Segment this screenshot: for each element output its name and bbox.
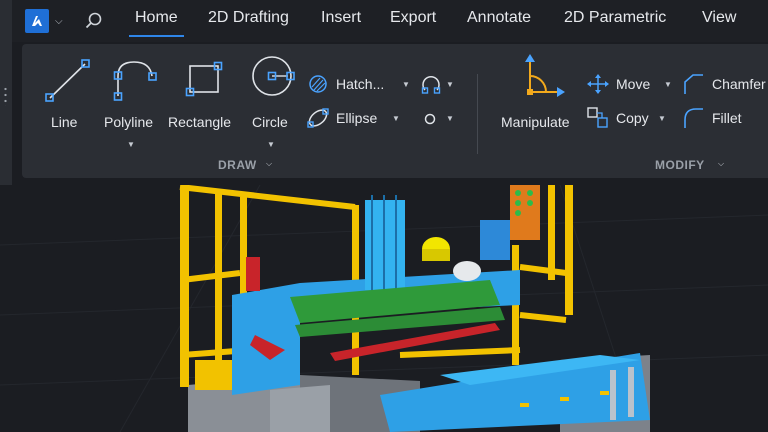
app-menu-button[interactable]: ⌵ <box>25 9 69 33</box>
point-icon <box>424 113 436 125</box>
arc-dropdown-icon[interactable]: ▼ <box>446 80 454 89</box>
copy-dropdown-icon[interactable]: ▼ <box>658 114 666 123</box>
ribbon-tab-bar: ⌵ Home 2D Drafting Insert Export Annotat… <box>12 0 768 42</box>
rectangle-button[interactable]: Rectangle <box>166 52 240 134</box>
panel-separator <box>477 74 478 154</box>
draw-panel-title: DRAW <box>218 158 257 172</box>
copy-label: Copy <box>616 110 649 126</box>
chamfer-button[interactable]: Chamfer <box>682 72 768 96</box>
point-button[interactable]: ▼ <box>420 106 456 130</box>
manipulate-label: Manipulate <box>501 114 570 130</box>
line-icon <box>45 59 90 102</box>
draw-panel-chevron-icon[interactable]: ⌵ <box>266 159 272 169</box>
ellipse-dropdown-icon[interactable]: ▼ <box>392 114 400 123</box>
chevron-down-icon: ⌵ <box>55 15 63 27</box>
polyline-label: Polyline <box>104 114 154 130</box>
ellipse-icon <box>307 108 329 128</box>
line-button[interactable]: Line <box>36 52 96 134</box>
chamfer-icon <box>684 74 703 94</box>
manipulate-button[interactable]: Manipulate <box>498 52 580 134</box>
tab-home[interactable]: Home <box>129 9 184 37</box>
copy-icon <box>587 107 608 128</box>
polyline-dropdown-icon[interactable]: ▼ <box>127 140 135 149</box>
point-dropdown-icon[interactable]: ▼ <box>446 114 454 123</box>
move-button[interactable]: Move ▼ <box>586 72 676 96</box>
ribbon-panel: Line Polyline ▼ Rectangle Circle ▼ Hatch… <box>22 44 768 178</box>
circle-label: Circle <box>252 114 288 130</box>
tab-2d-parametric[interactable]: 2D Parametric <box>564 9 666 31</box>
chamfer-label: Chamfer <box>712 76 766 92</box>
move-label: Move <box>616 76 651 92</box>
modify-panel-chevron-icon[interactable]: ⌵ <box>718 159 724 169</box>
bricscad-logo-icon <box>25 9 49 33</box>
arc-icon <box>421 75 441 94</box>
modify-panel-title: MODIFY <box>655 158 705 172</box>
3d-viewport[interactable] <box>0 185 768 432</box>
tab-2d-drafting[interactable]: 2D Drafting <box>208 9 289 31</box>
fillet-label: Fillet <box>712 110 742 126</box>
circle-icon <box>252 56 295 96</box>
ribbon-bottom-gap <box>22 178 768 185</box>
circle-button[interactable]: Circle ▼ <box>246 52 300 152</box>
tab-insert[interactable]: Insert <box>321 9 361 31</box>
ellipse-label: Ellipse <box>336 110 378 126</box>
ellipse-button[interactable]: Ellipse ▼ <box>306 106 406 130</box>
move-icon <box>587 74 609 94</box>
fillet-icon <box>684 108 703 128</box>
rectangle-label: Rectangle <box>168 114 232 130</box>
polyline-button[interactable]: Polyline ▼ <box>102 52 162 152</box>
hatch-icon <box>309 75 327 93</box>
search-icon[interactable] <box>84 11 104 31</box>
circle-dropdown-icon[interactable]: ▼ <box>267 140 275 149</box>
arc-button[interactable]: ▼ <box>420 72 456 96</box>
hatch-button[interactable]: Hatch... ▼ <box>306 72 414 96</box>
grip-handle[interactable] <box>4 86 7 106</box>
move-dropdown-icon[interactable]: ▼ <box>664 80 672 89</box>
line-label: Line <box>51 114 78 130</box>
hatch-dropdown-icon[interactable]: ▼ <box>402 80 410 89</box>
tab-view[interactable]: View <box>702 9 736 31</box>
manipulate-icon <box>525 54 565 97</box>
polyline-icon <box>113 61 157 101</box>
tab-export[interactable]: Export <box>390 9 436 31</box>
copy-button[interactable]: Copy ▼ <box>586 106 676 130</box>
hatch-label: Hatch... <box>336 76 385 92</box>
3d-machine-model <box>0 185 768 432</box>
tab-annotate[interactable]: Annotate <box>467 9 531 31</box>
left-dock-strip <box>0 0 12 185</box>
rectangle-icon <box>185 61 223 97</box>
fillet-button[interactable]: Fillet <box>682 106 762 130</box>
